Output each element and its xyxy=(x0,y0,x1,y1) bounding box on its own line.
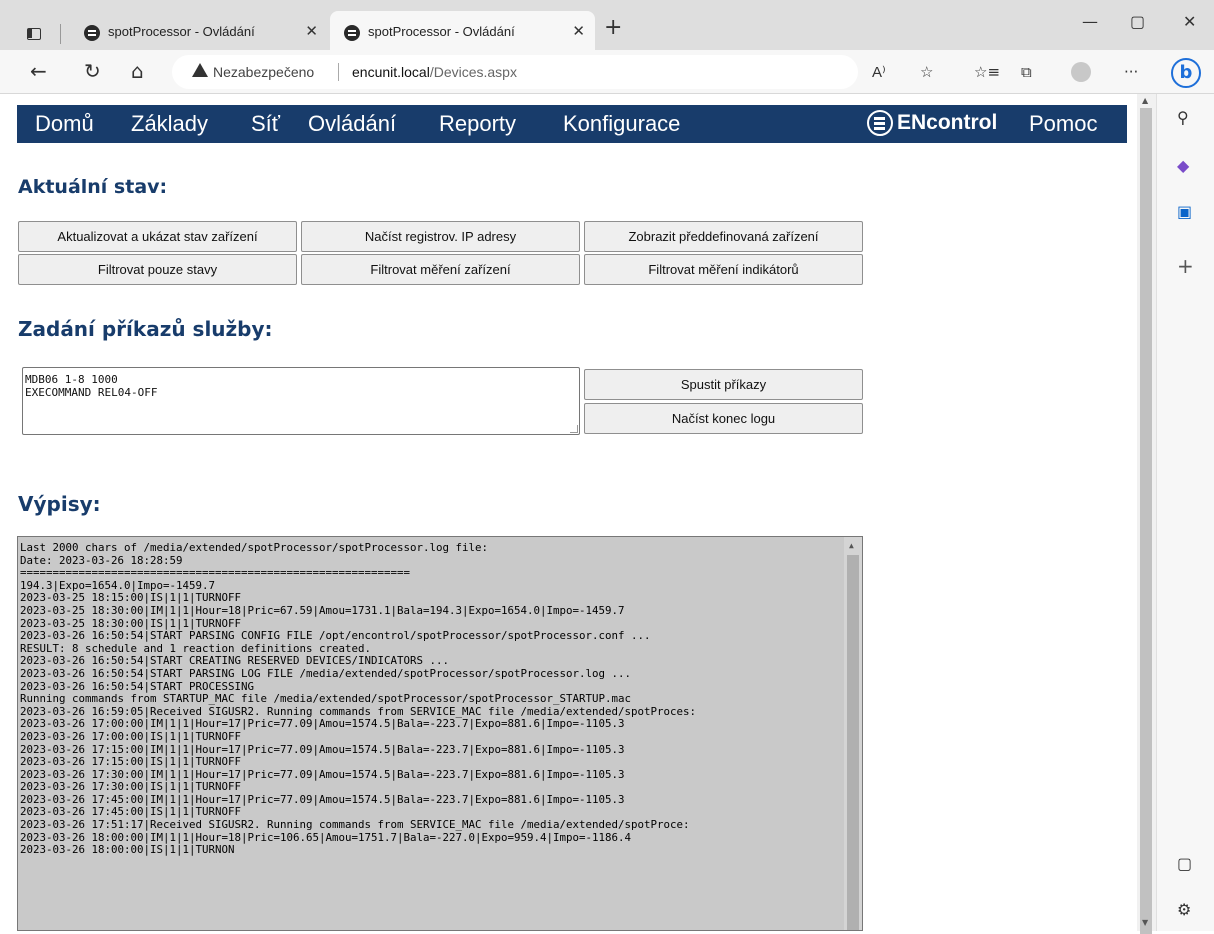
main-nav: Domů Základy Síť Ovládání Reporty Konfig… xyxy=(17,105,1127,143)
warning-icon xyxy=(192,63,208,77)
filter-indicator-measure-button[interactable]: Filtrovat měření indikátorů xyxy=(584,254,863,285)
url-path: /Devices.aspx xyxy=(429,64,517,80)
tab-actions-icon[interactable] xyxy=(27,28,41,40)
browser-toolbar: ← ↻ ⌂ Nezabezpečeno encunit.local/Device… xyxy=(0,50,1214,94)
url-host: encunit.local xyxy=(352,64,430,80)
commands-heading: Zadání příkazů služby: xyxy=(18,317,273,341)
resize-grip-icon[interactable] xyxy=(570,425,578,433)
nav-item-sit[interactable]: Síť xyxy=(251,111,280,137)
collections-icon[interactable]: ⧉ xyxy=(1021,63,1032,81)
log-lines: Last 2000 chars of /media/extended/spotP… xyxy=(20,542,844,857)
minimize-icon[interactable]: — xyxy=(1082,12,1098,31)
sidebar-add-icon[interactable]: + xyxy=(1177,254,1194,278)
log-scroll-up-icon[interactable]: ▲ xyxy=(849,540,854,553)
address-bar[interactable]: Nezabezpečeno encunit.local/Devices.aspx… xyxy=(172,55,933,89)
log-line: 2023-03-26 17:45:00|IS|1|1|TURNOFF xyxy=(20,806,242,819)
tab-close-icon[interactable]: ✕ xyxy=(305,22,318,40)
window-close-icon[interactable]: ✕ xyxy=(1183,12,1196,31)
log-line: Date: 2023-03-26 18:28:59 xyxy=(20,554,183,567)
log-scrollbar-thumb[interactable] xyxy=(847,555,859,930)
browser-tab-2-active[interactable]: spotProcessor - Ovládání ✕ xyxy=(330,11,595,51)
profile-avatar[interactable] xyxy=(1071,62,1091,82)
sidebar-search-icon[interactable]: ⚲ xyxy=(1177,108,1189,127)
log-line: 2023-03-26 16:50:54|START PARSING LOG FI… xyxy=(20,667,632,680)
refresh-status-button[interactable]: Aktualizovat a ukázat stav zařízení xyxy=(18,221,297,252)
logs-heading: Výpisy: xyxy=(18,492,101,516)
log-line: 2023-03-26 17:51:17|Received SIGUSR2. Ru… xyxy=(20,819,690,832)
log-line: 2023-03-25 18:30:00|IM|1|1|Hour=18|Pric=… xyxy=(20,604,625,617)
log-line: 2023-03-26 18:00:00|IM|1|1|Hour=18|Pric=… xyxy=(20,831,632,844)
filter-states-button[interactable]: Filtrovat pouze stavy xyxy=(18,254,297,285)
log-line: RESULT: 8 schedule and 1 reaction defini… xyxy=(20,642,372,655)
new-tab-icon[interactable]: + xyxy=(604,15,622,40)
show-predefined-button[interactable]: Zobrazit předdefinovaná zařízení xyxy=(584,221,863,252)
log-line: 2023-03-25 18:30:00|IS|1|1|TURNOFF xyxy=(20,617,242,630)
split-screen-icon[interactable]: ▢ xyxy=(1177,854,1192,873)
log-line: 2023-03-26 16:50:54|START CREATING RESER… xyxy=(20,655,450,668)
edge-sidebar: ⚲ ◆ ▣ + ▢ ⚙ xyxy=(1156,94,1214,931)
log-line: 2023-03-26 16:50:54|START PROCESSING xyxy=(20,680,255,693)
command-input[interactable]: MDB06 1-8 1000 EXECOMMAND REL04-OFF xyxy=(22,367,580,435)
log-line: 2023-03-26 17:00:00|IM|1|1|Hour=17|Pric=… xyxy=(20,718,625,731)
add-favorite-icon[interactable]: ☆ xyxy=(920,63,933,81)
maximize-icon[interactable]: ▢ xyxy=(1130,12,1145,31)
log-line: Running commands from STARTUP_MAC file /… xyxy=(20,693,632,706)
log-line: 2023-03-26 17:15:00|IS|1|1|TURNOFF xyxy=(20,756,242,769)
security-label[interactable]: Nezabezpečeno xyxy=(213,64,314,80)
nav-item-konfigurace[interactable]: Konfigurace xyxy=(563,111,680,137)
log-line: 194.3|Expo=1654.0|Impo=-1459.7 xyxy=(20,579,216,592)
scrollbar-thumb[interactable] xyxy=(1140,108,1152,934)
log-output[interactable]: Last 2000 chars of /media/extended/spotP… xyxy=(17,536,863,931)
browser-tab-bar: spotProcessor - Ovládání ✕ spotProcessor… xyxy=(0,0,1214,51)
reload-icon[interactable]: ↻ xyxy=(84,59,101,83)
nav-item-pomoc[interactable]: Pomoc xyxy=(1029,111,1097,137)
log-line: 2023-03-25 18:15:00|IS|1|1|TURNOFF xyxy=(20,592,242,605)
read-aloud-icon[interactable]: A⁾ xyxy=(872,63,886,81)
address-separator xyxy=(338,63,339,81)
log-line: 2023-03-26 17:45:00|IM|1|1|Hour=17|Pric=… xyxy=(20,793,625,806)
log-line: 2023-03-26 18:00:00|IS|1|1|TURNON xyxy=(20,844,235,857)
log-line: 2023-03-26 16:50:54|START PARSING CONFIG… xyxy=(20,630,651,643)
log-line: 2023-03-26 16:59:05|Received SIGUSR2. Ru… xyxy=(20,705,697,718)
tab-title: spotProcessor - Ovládání xyxy=(368,24,515,39)
browser-tab-1[interactable]: spotProcessor - Ovládání ✕ xyxy=(70,11,328,51)
url-text: encunit.local/Devices.aspx xyxy=(352,64,517,80)
run-commands-button[interactable]: Spustit příkazy xyxy=(584,369,863,400)
tab-close-icon[interactable]: ✕ xyxy=(572,22,585,40)
scroll-down-icon[interactable]: ▼ xyxy=(1142,918,1148,927)
load-log-tail-button[interactable]: Načíst konec logu xyxy=(584,403,863,434)
filter-device-measure-button[interactable]: Filtrovat měření zařízení xyxy=(301,254,580,285)
sidebar-copilot-icon[interactable]: ◆ xyxy=(1177,156,1189,175)
favorites-icon[interactable]: ☆≡ xyxy=(974,63,1000,81)
nav-item-zaklady[interactable]: Základy xyxy=(131,111,208,137)
back-icon[interactable]: ← xyxy=(30,59,47,83)
log-line: Last 2000 chars of /media/extended/spotP… xyxy=(20,542,489,554)
log-line: 2023-03-26 17:15:00|IM|1|1|Hour=17|Pric=… xyxy=(20,743,625,756)
status-heading: Aktuální stav: xyxy=(18,176,168,198)
site-favicon-icon xyxy=(344,25,360,41)
log-line: 2023-03-26 17:30:00|IS|1|1|TURNOFF xyxy=(20,781,242,794)
log-line: 2023-03-26 17:30:00|IM|1|1|Hour=17|Pric=… xyxy=(20,768,625,781)
log-scrollbar[interactable]: ▲ xyxy=(844,537,862,930)
nav-item-domu[interactable]: Domů xyxy=(35,111,94,137)
sidebar-settings-icon[interactable]: ⚙ xyxy=(1177,900,1191,919)
home-icon[interactable]: ⌂ xyxy=(131,59,144,83)
tab-separator xyxy=(60,24,61,44)
scroll-up-icon[interactable]: ▲ xyxy=(1142,96,1148,105)
tab-title: spotProcessor - Ovládání xyxy=(108,24,255,39)
nav-item-ovladani[interactable]: Ovládání xyxy=(308,111,396,137)
site-favicon-icon xyxy=(84,25,100,41)
more-icon[interactable]: ··· xyxy=(1124,63,1138,81)
load-ip-button[interactable]: Načíst registrov. IP adresy xyxy=(301,221,580,252)
log-line: 2023-03-26 17:00:00|IS|1|1|TURNOFF xyxy=(20,730,242,743)
page-scrollbar[interactable]: ▲ ▼ xyxy=(1137,94,1156,934)
log-line: ========================================… xyxy=(20,567,411,580)
nav-item-reporty[interactable]: Reporty xyxy=(439,111,516,137)
bing-copilot-icon[interactable]: b xyxy=(1171,58,1201,88)
encontrol-logo-text: ENcontrol xyxy=(897,111,998,134)
command-text: MDB06 1-8 1000 EXECOMMAND REL04-OFF xyxy=(25,373,158,399)
encontrol-logo-icon xyxy=(867,110,893,136)
page-content: Domů Základy Síť Ovládání Reporty Konfig… xyxy=(0,94,1137,931)
sidebar-outlook-icon[interactable]: ▣ xyxy=(1177,202,1192,221)
